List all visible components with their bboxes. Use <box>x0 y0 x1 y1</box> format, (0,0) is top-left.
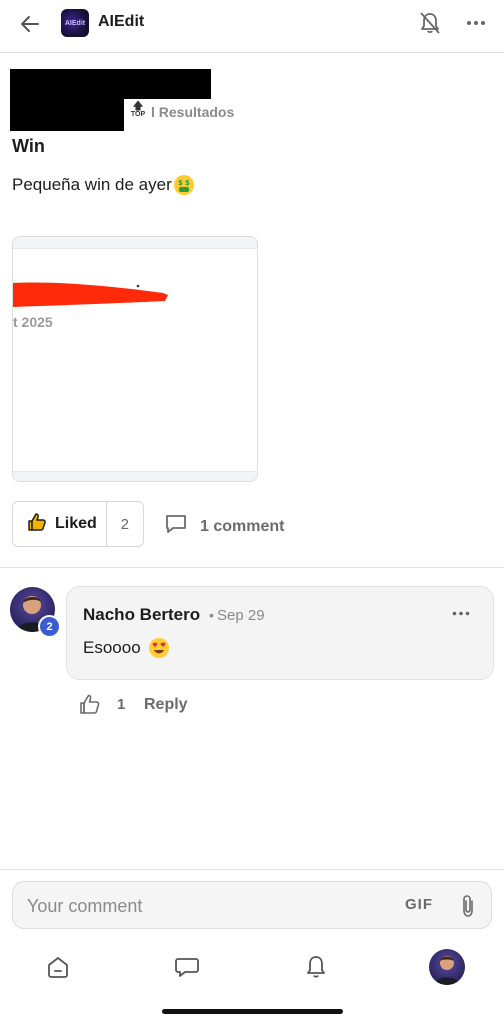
nav-chat-icon[interactable] <box>171 951 203 983</box>
image-top-strip <box>13 237 257 249</box>
svg-text:$: $ <box>185 179 190 187</box>
comment-more-icon[interactable] <box>448 603 474 623</box>
post-category[interactable]: l Resultados <box>151 104 234 120</box>
notifications-off-icon[interactable] <box>416 9 444 37</box>
comment-thumbs-up-icon[interactable] <box>79 693 101 715</box>
post-image[interactable]: t 2025 <box>12 236 258 482</box>
redacted-block <box>10 69 211 99</box>
top-upload-icon: 🡅 TOP <box>130 100 146 119</box>
post-body: Pequeña win de ayer $ $ <box>12 174 195 196</box>
post-body-text: Pequeña win de ayer <box>12 175 172 194</box>
comment-input[interactable] <box>27 892 387 920</box>
app-title[interactable]: AIEdit <box>98 13 144 31</box>
back-arrow-icon[interactable] <box>16 10 44 38</box>
comment-date: Sep 29 <box>217 607 265 624</box>
divider <box>0 869 504 870</box>
comment-separator: • <box>209 607 214 623</box>
like-button[interactable]: Liked 2 <box>12 501 144 547</box>
top-badge-label: TOP <box>130 111 146 118</box>
nav-profile-avatar[interactable] <box>429 949 465 985</box>
home-indicator <box>162 1009 343 1014</box>
like-label: Liked <box>55 515 97 532</box>
comment-composer: GIF <box>12 881 492 929</box>
money-mouth-face-icon: $ $ <box>173 174 195 196</box>
app-logo[interactable]: AIEdit <box>61 9 89 37</box>
like-count[interactable]: 2 <box>107 516 143 533</box>
comment-author[interactable]: Nacho Bertero <box>83 605 200 625</box>
paperclip-icon[interactable] <box>457 893 479 919</box>
comment-count-button[interactable]: 1 comment <box>164 513 284 540</box>
thumbs-up-filled-icon <box>27 512 47 537</box>
divider <box>0 567 504 568</box>
heart-eyes-face-icon <box>148 637 170 659</box>
like-toggle[interactable]: Liked <box>13 502 107 546</box>
image-date-text: t 2025 <box>13 314 53 330</box>
top-bar: AIEdit AIEdit <box>0 0 504 53</box>
image-bottom-strip <box>13 471 257 481</box>
comment-bubble-icon <box>164 513 188 540</box>
app-logo-text: AIEdit <box>64 19 86 27</box>
redaction-scribble <box>13 282 168 307</box>
reply-button[interactable]: Reply <box>144 696 188 714</box>
comment-text-content: Esoooo <box>83 638 141 657</box>
gif-button[interactable]: GIF <box>405 896 433 913</box>
nav-home-icon[interactable] <box>42 951 74 983</box>
comment-text: Esoooo <box>83 637 170 659</box>
svg-text:$: $ <box>178 179 183 187</box>
comment-count-label: 1 comment <box>200 517 285 535</box>
comment-like-count: 1 <box>117 696 126 713</box>
level-badge: 2 <box>38 615 61 638</box>
comment-bubble: Nacho Bertero • Sep 29 Esoooo <box>66 586 494 680</box>
post-title: Win <box>12 136 45 156</box>
nav-bell-icon[interactable] <box>300 951 332 983</box>
redacted-block <box>10 98 124 131</box>
more-options-icon[interactable] <box>462 9 490 37</box>
